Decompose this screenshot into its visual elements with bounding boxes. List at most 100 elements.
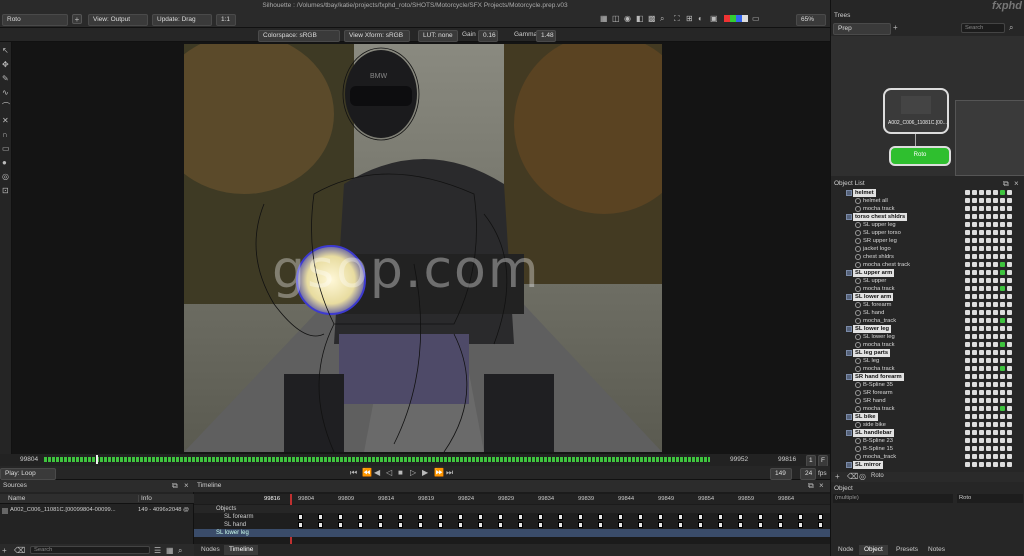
toggle-icon[interactable] — [979, 222, 984, 227]
object-shape-row[interactable]: SL hand — [833, 309, 1023, 317]
object-group-row[interactable]: SL mirror — [833, 461, 1023, 469]
toggle-icon[interactable] — [986, 342, 991, 347]
visibility-icon[interactable] — [965, 358, 970, 363]
keyframe-marker[interactable] — [518, 522, 523, 528]
object-flags[interactable] — [965, 229, 1023, 237]
toggle-icon[interactable] — [972, 254, 977, 259]
ellipse-tool-icon[interactable]: ● — [2, 158, 7, 167]
toggle-icon[interactable] — [993, 278, 998, 283]
keyframe-marker[interactable] — [378, 522, 383, 528]
toggle-icon[interactable] — [979, 238, 984, 243]
roi-icon[interactable]: ⛶ — [674, 14, 680, 23]
mono-icon[interactable]: ▣ — [710, 14, 718, 23]
step-back-icon[interactable]: ◁ — [386, 468, 392, 477]
magnify-icon[interactable]: ⌕ — [660, 14, 664, 23]
toggle-icon[interactable] — [979, 366, 984, 371]
next-key-icon[interactable]: ⏩ — [434, 468, 444, 477]
toggle-icon[interactable] — [979, 398, 984, 403]
scrub-bar[interactable]: 99804 99952 99816 1 F — [0, 454, 830, 467]
keyframe-marker[interactable] — [338, 522, 343, 528]
visibility-icon[interactable] — [965, 446, 970, 451]
toggle-icon[interactable] — [972, 286, 977, 291]
keyframe-marker[interactable] — [438, 514, 443, 520]
update-select[interactable]: Update: Drag — [152, 14, 212, 26]
keyframe-marker[interactable] — [618, 514, 623, 520]
toggle-icon[interactable] — [1007, 454, 1012, 459]
toggle-icon[interactable] — [1000, 422, 1005, 427]
visibility-icon[interactable] — [965, 454, 970, 459]
toggle-icon[interactable] — [1007, 318, 1012, 323]
toggle-icon[interactable] — [972, 310, 977, 315]
object-shape-row[interactable]: SL forearm — [833, 301, 1023, 309]
toggle-icon[interactable] — [972, 222, 977, 227]
object-shape-row[interactable]: mocha track — [833, 341, 1023, 349]
tab-nodes[interactable]: Nodes — [196, 545, 225, 555]
keyframe-marker[interactable] — [678, 514, 683, 520]
object-shape-row[interactable]: SL upper — [833, 277, 1023, 285]
toggle-icon[interactable] — [972, 422, 977, 427]
toggle-icon[interactable] — [986, 302, 991, 307]
object-group-row[interactable]: torso chest shldrs — [833, 213, 1023, 221]
object-flags[interactable] — [965, 325, 1023, 333]
toggle-icon[interactable] — [986, 246, 991, 251]
toggle-icon[interactable] — [972, 406, 977, 411]
toggle-icon[interactable] — [972, 294, 977, 299]
toggle-icon[interactable] — [979, 318, 984, 323]
close-panel-icon[interactable]: × — [819, 481, 824, 490]
visibility-icon[interactable] — [965, 350, 970, 355]
tab-object[interactable]: Object — [859, 545, 888, 555]
keyframe-marker[interactable] — [478, 522, 483, 528]
toggle-icon[interactable] — [972, 262, 977, 267]
object-flags[interactable] — [965, 421, 1023, 429]
float-panel-icon[interactable]: ⧉ — [808, 481, 814, 490]
toggle-icon[interactable] — [993, 198, 998, 203]
visibility-icon[interactable] — [965, 270, 970, 275]
object-flags[interactable] — [965, 405, 1023, 413]
toggle-icon[interactable] — [1000, 382, 1005, 387]
toggle-icon[interactable] — [1000, 358, 1005, 363]
object-flags[interactable] — [965, 197, 1023, 205]
visibility-icon[interactable] — [965, 398, 970, 403]
toggle-icon[interactable] — [1007, 366, 1012, 371]
toggle-icon[interactable] — [1000, 366, 1005, 371]
toggle-icon[interactable] — [986, 430, 991, 435]
object-multiple-field[interactable]: (multiple) — [833, 494, 953, 503]
gamma-field[interactable]: 1.48 — [536, 30, 556, 42]
toggle-icon[interactable] — [979, 302, 984, 307]
play-mode-select[interactable]: Play: Loop — [0, 468, 56, 480]
toggle-icon[interactable] — [1000, 430, 1005, 435]
toggle-icon[interactable] — [1007, 390, 1012, 395]
toggle-icon[interactable] — [1007, 350, 1012, 355]
toggle-icon[interactable] — [979, 406, 984, 411]
toggle-icon[interactable] — [979, 246, 984, 251]
object-flags[interactable] — [965, 365, 1023, 373]
xspline-tool-icon[interactable]: ✕ — [2, 116, 9, 125]
toggle-icon[interactable] — [993, 294, 998, 299]
toggle-icon[interactable] — [1007, 270, 1012, 275]
toggle-icon[interactable] — [979, 454, 984, 459]
float-panel-icon[interactable]: ⧉ — [172, 481, 178, 490]
toggle-icon[interactable] — [986, 254, 991, 259]
object-flags[interactable] — [965, 277, 1023, 285]
toggle-icon[interactable] — [986, 422, 991, 427]
toggle-icon[interactable] — [972, 438, 977, 443]
keyframe-marker[interactable] — [798, 514, 803, 520]
toggle-icon[interactable] — [1000, 238, 1005, 243]
keyframe-marker[interactable] — [458, 522, 463, 528]
lut-select[interactable]: LUT: none — [418, 30, 458, 42]
toggle-icon[interactable] — [993, 390, 998, 395]
delete-source-icon[interactable]: ⌫ — [14, 546, 25, 555]
toggle-icon[interactable] — [993, 350, 998, 355]
alpha-icon[interactable]: ◐ — [698, 14, 703, 23]
fit-icon[interactable]: ⊞ — [686, 14, 693, 23]
object-shape-row[interactable]: mocha track — [833, 405, 1023, 413]
toggle-icon[interactable] — [972, 278, 977, 283]
toggle-icon[interactable] — [1007, 406, 1012, 411]
keyframe-marker[interactable] — [778, 522, 783, 528]
keyframe-marker[interactable] — [358, 514, 363, 520]
object-shape-row[interactable]: side bike — [833, 421, 1023, 429]
object-node-field[interactable]: Roto — [957, 494, 1023, 503]
play-back-icon[interactable]: ◀ — [374, 468, 380, 477]
grid-icon[interactable]: ▦ — [600, 14, 608, 23]
toggle-icon[interactable] — [993, 230, 998, 235]
